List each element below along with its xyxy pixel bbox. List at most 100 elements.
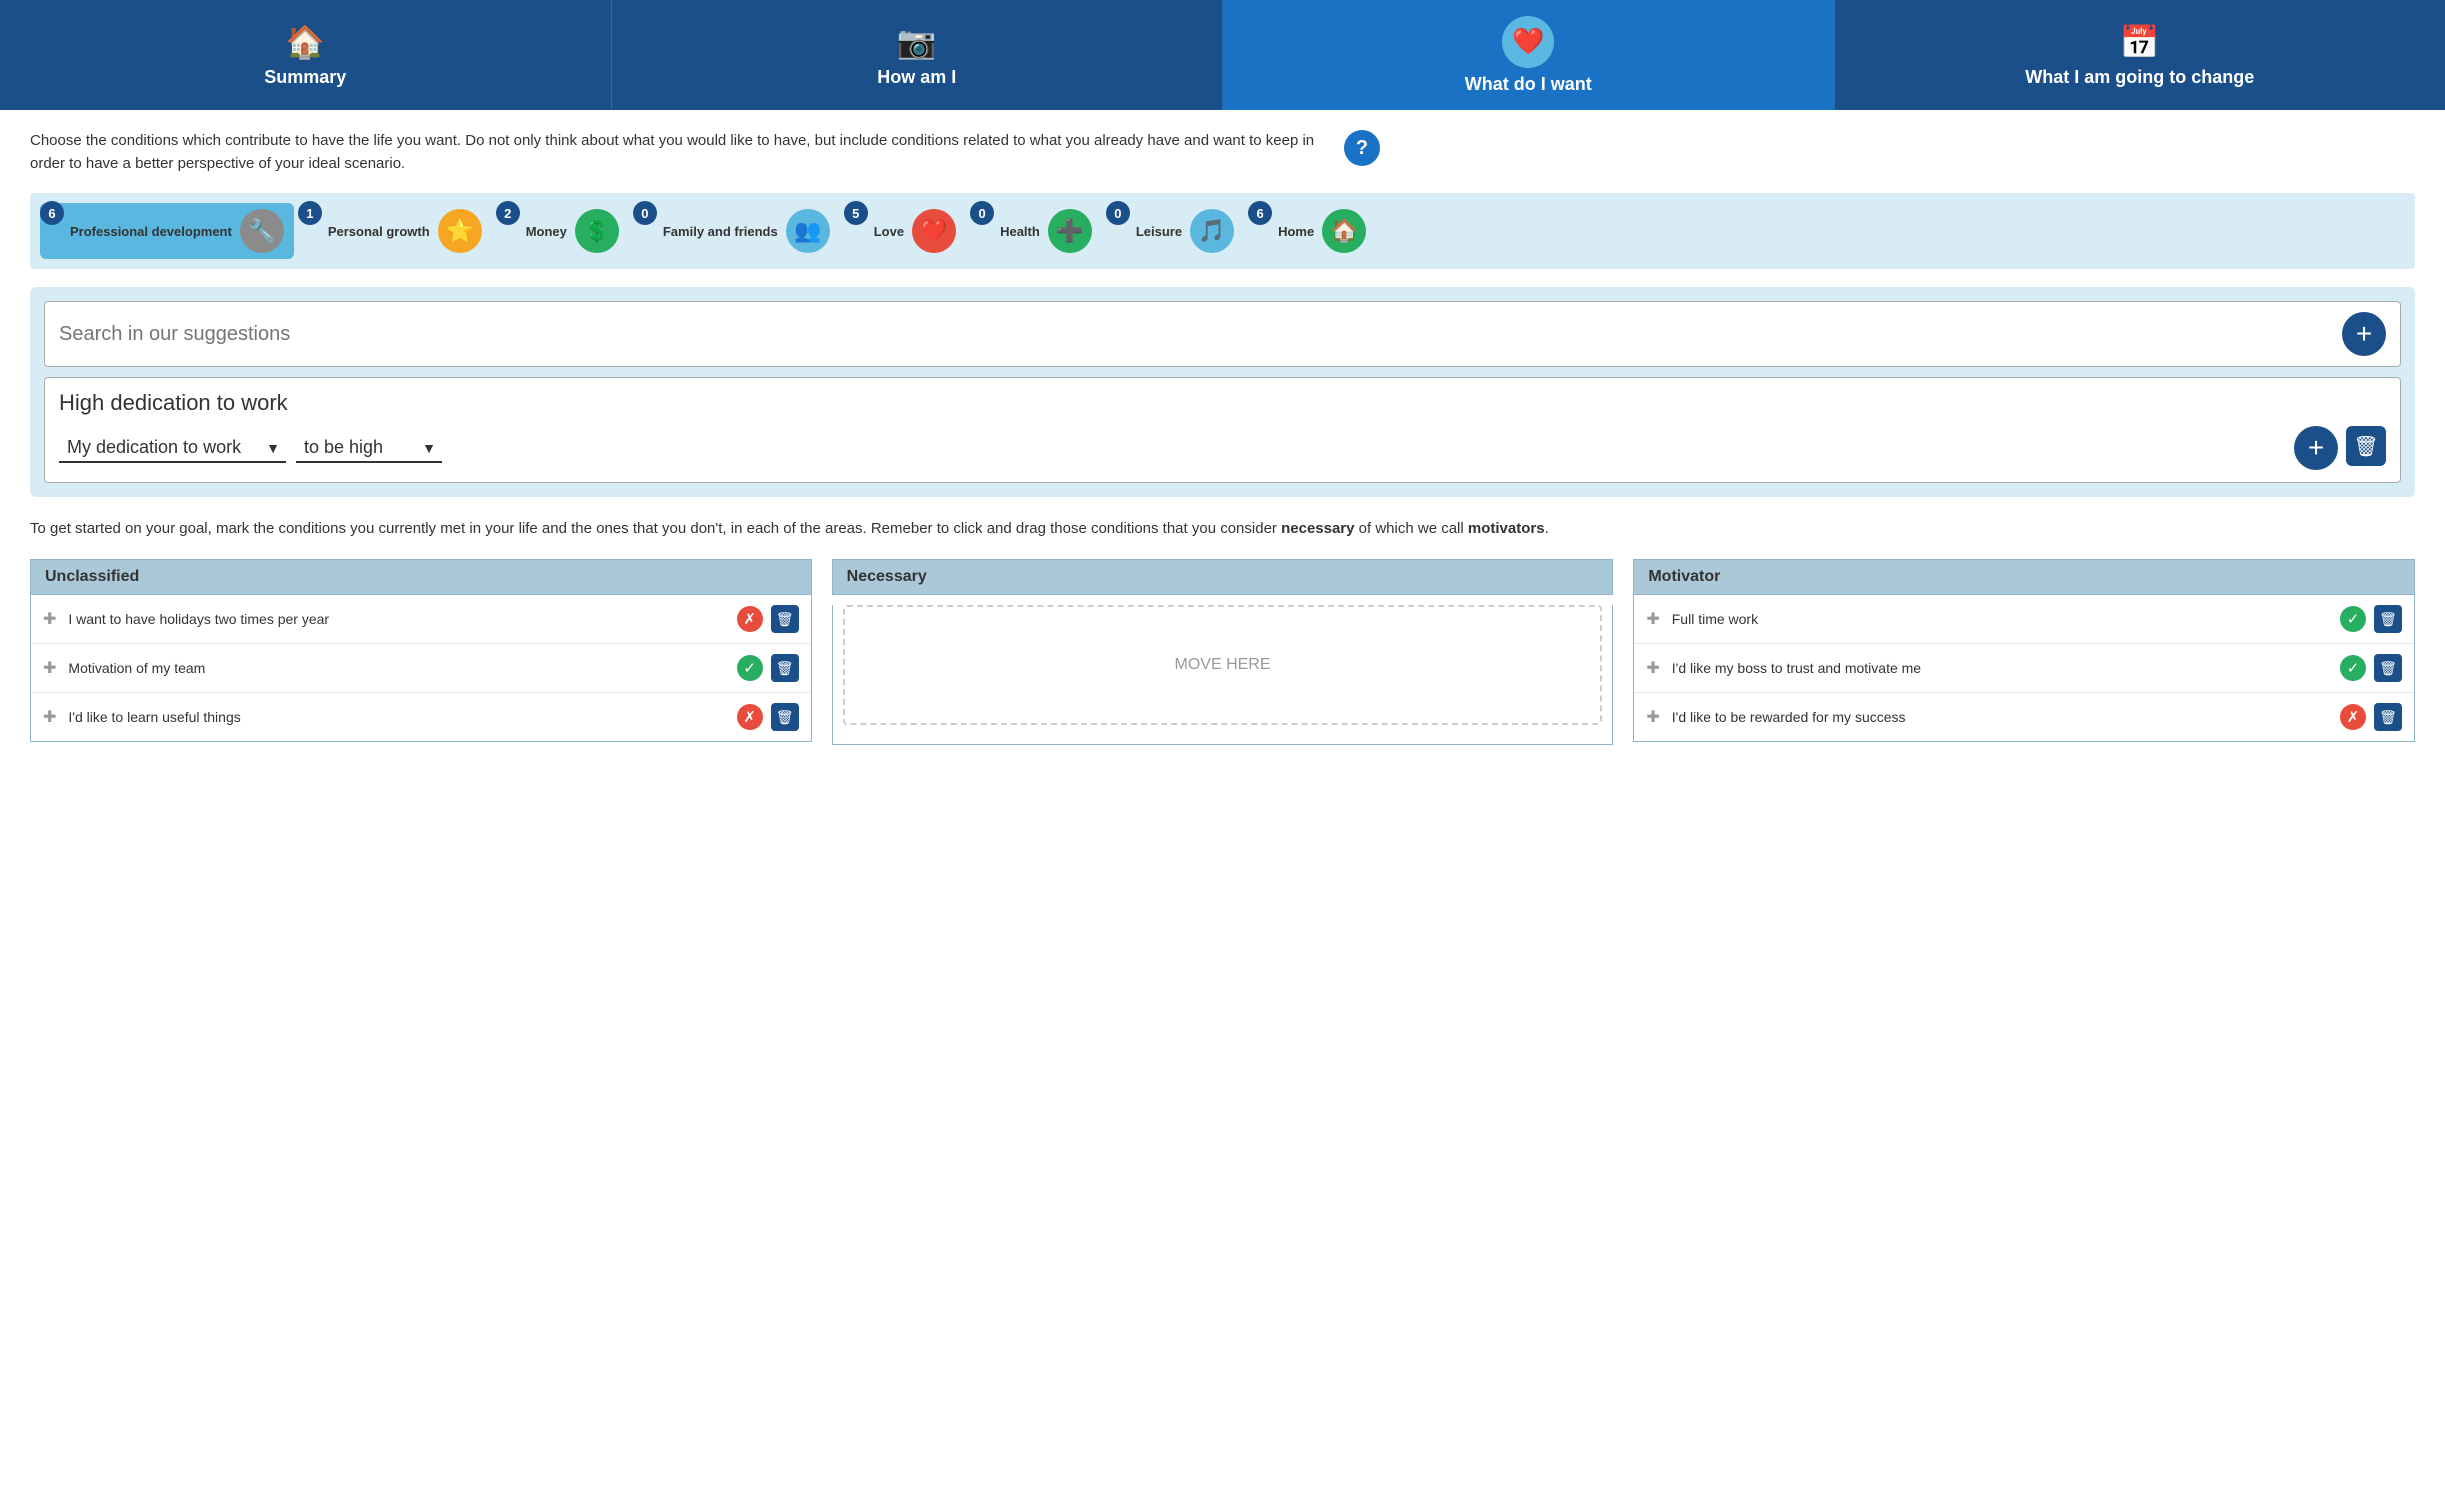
unclassified-header: Unclassified bbox=[30, 559, 812, 595]
predicate-select-wrapper: to be high to be medium to be low ▼ bbox=[296, 433, 442, 463]
calendar-icon: 📅 bbox=[2120, 23, 2160, 61]
drag-handle-icon[interactable]: ✚ bbox=[1646, 658, 1659, 678]
help-button[interactable]: ? bbox=[1344, 130, 1380, 166]
category-icon-money: 💲 bbox=[575, 209, 619, 253]
item-text: I'd like my boss to trust and motivate m… bbox=[1672, 660, 2332, 676]
item-text: I want to have holidays two times per ye… bbox=[68, 611, 728, 627]
main-content: Choose the conditions which contribute t… bbox=[0, 110, 2445, 765]
category-icon-leisure: 🎵 bbox=[1190, 209, 1234, 253]
condition-row: High dedication to work My dedication to… bbox=[44, 377, 2401, 483]
category-icon-professional: 🔧 bbox=[240, 209, 284, 253]
subject-select[interactable]: My dedication to work My commitment to w… bbox=[59, 433, 286, 463]
list-item: ✚ I'd like to learn useful things ✗ 🗑 bbox=[31, 693, 811, 741]
necessary-body[interactable]: MOVE HERE bbox=[832, 605, 1614, 745]
intro-paragraph: Choose the conditions which contribute t… bbox=[30, 130, 1320, 175]
instructions-bold2: motivators bbox=[1468, 520, 1545, 537]
category-label-love: Love bbox=[854, 224, 904, 239]
category-badge-family: 0 bbox=[633, 201, 657, 225]
intro-section: Choose the conditions which contribute t… bbox=[30, 130, 1380, 175]
nav-how-am-i[interactable]: 📷 How am I bbox=[612, 0, 1224, 110]
search-add-button[interactable]: + bbox=[2342, 312, 2386, 356]
item-text: Motivation of my team bbox=[68, 660, 728, 676]
status-icon-red[interactable]: ✗ bbox=[737, 704, 763, 730]
item-text: I'd like to learn useful things bbox=[68, 709, 728, 725]
nav-summary-label: Summary bbox=[264, 67, 346, 88]
motivator-body: ✚ Full time work ✓ 🗑 ✚ I'd like my boss … bbox=[1633, 595, 2415, 742]
item-text: I'd like to be rewarded for my success bbox=[1672, 709, 2332, 725]
list-item: ✚ I'd like my boss to trust and motivate… bbox=[1634, 644, 2414, 693]
move-here-placeholder[interactable]: MOVE HERE bbox=[843, 605, 1603, 725]
category-badge-home: 6 bbox=[1248, 201, 1272, 225]
status-icon-green[interactable]: ✓ bbox=[2340, 655, 2366, 681]
category-badge-money: 2 bbox=[496, 201, 520, 225]
motivator-header: Motivator bbox=[1633, 559, 2415, 595]
heart-icon: ❤️ bbox=[1502, 16, 1554, 68]
list-item: ✚ Full time work ✓ 🗑 bbox=[1634, 595, 2414, 644]
category-home[interactable]: 6 Home 🏠 bbox=[1248, 203, 1376, 259]
category-badge-personal: 1 bbox=[298, 201, 322, 225]
subject-select-wrapper: My dedication to work My commitment to w… bbox=[59, 433, 286, 463]
drag-handle-icon[interactable]: ✚ bbox=[43, 707, 56, 727]
category-icon-love: ❤️ bbox=[912, 209, 956, 253]
category-label-health: Health bbox=[980, 224, 1040, 239]
motivator-column: Motivator ✚ Full time work ✓ 🗑 ✚ I'd lik… bbox=[1633, 559, 2415, 742]
search-row: + bbox=[44, 301, 2401, 367]
nav-want-label: What do I want bbox=[1465, 74, 1592, 95]
trash-button[interactable]: 🗑 bbox=[771, 605, 799, 633]
category-badge-love: 5 bbox=[844, 201, 868, 225]
search-input[interactable] bbox=[59, 323, 2342, 346]
category-badge-health: 0 bbox=[970, 201, 994, 225]
category-professional[interactable]: 6 Professional development 🔧 bbox=[40, 203, 294, 259]
list-item: ✚ Motivation of my team ✓ 🗑 bbox=[31, 644, 811, 693]
necessary-column: Necessary MOVE HERE bbox=[832, 559, 1614, 745]
predicate-select[interactable]: to be high to be medium to be low bbox=[296, 433, 442, 463]
category-label-professional: Professional development bbox=[50, 224, 232, 239]
category-icon-family: 👥 bbox=[786, 209, 830, 253]
drag-handle-icon[interactable]: ✚ bbox=[43, 609, 56, 629]
category-label-home: Home bbox=[1258, 224, 1314, 239]
status-icon-red[interactable]: ✗ bbox=[2340, 704, 2366, 730]
condition-delete-button[interactable]: 🗑 bbox=[2346, 426, 2386, 466]
condition-add-button[interactable]: + bbox=[2294, 426, 2338, 470]
category-label-money: Money bbox=[506, 224, 567, 239]
trash-button[interactable]: 🗑 bbox=[2374, 703, 2402, 731]
category-label-leisure: Leisure bbox=[1116, 224, 1182, 239]
list-item: ✚ I want to have holidays two times per … bbox=[31, 595, 811, 644]
category-badge-leisure: 0 bbox=[1106, 201, 1130, 225]
nav-what-do-i-want[interactable]: ❤️ What do I want bbox=[1223, 0, 1835, 110]
nav-change-label: What I am going to change bbox=[2025, 67, 2254, 88]
category-leisure[interactable]: 0 Leisure 🎵 bbox=[1106, 203, 1244, 259]
trash-button[interactable]: 🗑 bbox=[771, 654, 799, 682]
status-icon-green[interactable]: ✓ bbox=[737, 655, 763, 681]
instructions-bold1: necessary bbox=[1281, 520, 1354, 537]
navigation-bar: 🏠 Summary 📷 How am I ❤️ What do I want 📅… bbox=[0, 0, 2445, 110]
drag-handle-icon[interactable]: ✚ bbox=[43, 658, 56, 678]
nav-change[interactable]: 📅 What I am going to change bbox=[1835, 0, 2445, 110]
instructions: To get started on your goal, mark the co… bbox=[30, 517, 2415, 541]
trash-button[interactable]: 🗑 bbox=[771, 703, 799, 731]
search-section: + High dedication to work My dedication … bbox=[30, 287, 2415, 497]
category-bar: 6 Professional development 🔧 1 Personal … bbox=[30, 193, 2415, 269]
status-icon-red[interactable]: ✗ bbox=[737, 606, 763, 632]
nav-summary[interactable]: 🏠 Summary bbox=[0, 0, 612, 110]
status-icon-green[interactable]: ✓ bbox=[2340, 606, 2366, 632]
category-love[interactable]: 5 Love ❤️ bbox=[844, 203, 966, 259]
category-icon-health: ➕ bbox=[1048, 209, 1092, 253]
drag-handle-icon[interactable]: ✚ bbox=[1646, 609, 1659, 629]
condition-title: High dedication to work bbox=[59, 390, 2386, 416]
home-icon: 🏠 bbox=[285, 23, 325, 61]
category-personal[interactable]: 1 Personal growth ⭐ bbox=[298, 203, 492, 259]
instructions-text-after: . bbox=[1545, 520, 1549, 537]
instructions-text-mid: of which we call bbox=[1355, 520, 1468, 537]
category-label-personal: Personal growth bbox=[308, 224, 430, 239]
necessary-header: Necessary bbox=[832, 559, 1614, 595]
trash-button[interactable]: 🗑 bbox=[2374, 654, 2402, 682]
drag-handle-icon[interactable]: ✚ bbox=[1646, 707, 1659, 727]
trash-button[interactable]: 🗑 bbox=[2374, 605, 2402, 633]
category-money[interactable]: 2 Money 💲 bbox=[496, 203, 629, 259]
category-family[interactable]: 0 Family and friends 👥 bbox=[633, 203, 840, 259]
columns-section: Unclassified ✚ I want to have holidays t… bbox=[30, 559, 2415, 745]
unclassified-body: ✚ I want to have holidays two times per … bbox=[30, 595, 812, 742]
category-health[interactable]: 0 Health ➕ bbox=[970, 203, 1102, 259]
category-label-family: Family and friends bbox=[643, 224, 778, 239]
